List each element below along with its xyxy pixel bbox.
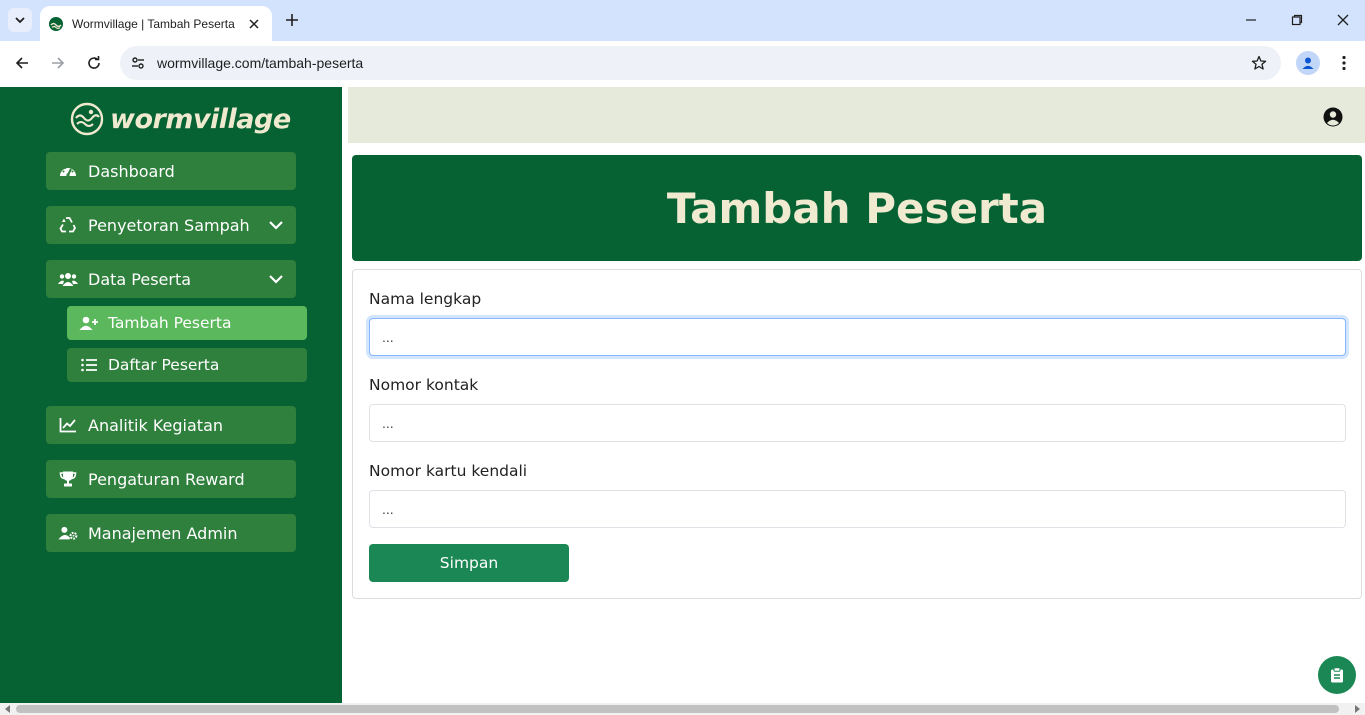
back-button[interactable]: [12, 53, 32, 73]
scrollbar-thumb[interactable]: [16, 705, 1339, 713]
users-icon: [58, 269, 78, 289]
scroll-right-icon[interactable]: [1353, 705, 1361, 713]
browser-tab-active[interactable]: Wormvillage | Tambah Peserta: [40, 6, 272, 41]
user-circle-icon[interactable]: [1323, 107, 1343, 127]
sidebar-item-analitik-kegiatan[interactable]: Analitik Kegiatan: [46, 406, 296, 444]
nama-lengkap-label: Nama lengkap: [369, 290, 482, 308]
horizontal-scrollbar[interactable]: [0, 703, 1365, 715]
nomor-kontak-label: Nomor kontak: [369, 376, 479, 394]
arrow-left-icon: [15, 57, 28, 69]
sidebar-subitem-tambah-peserta[interactable]: Tambah Peserta: [67, 306, 307, 340]
sidebar-item-label: Data Peserta: [88, 269, 192, 289]
sidebar: wormvillage Dashboard Penyetoran Sampah …: [0, 87, 342, 703]
scroll-left-icon[interactable]: [4, 705, 12, 713]
favicon-icon: [49, 16, 63, 31]
profile-avatar[interactable]: [1296, 51, 1320, 75]
site-info-icon[interactable]: [128, 53, 148, 73]
close-icon: [1337, 14, 1349, 26]
tab-close-button[interactable]: [246, 16, 262, 32]
sidebar-item-label: Pengaturan Reward: [88, 469, 245, 489]
clipboard-icon: [1331, 667, 1343, 683]
sidebar-item-label: Analitik Kegiatan: [88, 415, 224, 435]
user-gear-icon: [58, 523, 78, 543]
bookmark-star-icon[interactable]: [1249, 53, 1269, 73]
sidebar-item-manajemen-admin[interactable]: Manajemen Admin: [46, 514, 296, 552]
recycle-icon: [58, 215, 78, 235]
nomor-kartu-kendali-input[interactable]: [369, 490, 1346, 528]
form-card: Nama lengkap Nomor kontak Nomor kartu ke…: [352, 269, 1362, 599]
sidebar-subitem-label: Daftar Peserta: [108, 356, 220, 374]
sidebar-item-label: Dashboard: [88, 161, 175, 181]
gauge-icon: [58, 161, 78, 181]
browser-menu-button[interactable]: [1334, 53, 1354, 73]
sidebar-item-dashboard[interactable]: Dashboard: [46, 152, 296, 190]
restore-icon: [1291, 14, 1303, 26]
chevron-down-icon: [268, 217, 284, 233]
tab-search-button[interactable]: [8, 8, 32, 32]
page-header: Tambah Peserta: [352, 155, 1362, 261]
sidebar-item-pengaturan-reward[interactable]: Pengaturan Reward: [46, 460, 296, 498]
chart-line-icon: [58, 415, 78, 435]
browser-tabstrip: Wormvillage | Tambah Peserta: [0, 0, 1365, 41]
close-icon: [249, 18, 259, 29]
sidebar-item-label: Manajemen Admin: [88, 523, 238, 543]
floating-clipboard-button[interactable]: [1318, 656, 1356, 694]
sidebar-item-penyetoran-sampah[interactable]: Penyetoran Sampah: [46, 206, 296, 244]
more-vert-icon: [1342, 55, 1346, 71]
close-window-button[interactable]: [1333, 10, 1353, 30]
plus-icon: [286, 14, 298, 26]
forward-button[interactable]: [48, 53, 68, 73]
minimize-button[interactable]: [1241, 10, 1261, 30]
reload-button[interactable]: [84, 53, 104, 73]
user-plus-icon: [79, 313, 99, 333]
wormvillage-logo-icon: [70, 102, 104, 136]
logo[interactable]: wormvillage: [70, 101, 291, 137]
trophy-icon: [58, 469, 78, 489]
new-tab-button[interactable]: [282, 10, 302, 30]
app-topbar: [348, 87, 1365, 143]
simpan-button[interactable]: Simpan: [369, 544, 569, 582]
page-title: Tambah Peserta: [666, 183, 1048, 233]
url-text[interactable]: wormvillage.com/tambah-peserta: [157, 55, 1249, 71]
person-icon: [1302, 57, 1314, 69]
sidebar-subitem-daftar-peserta[interactable]: Daftar Peserta: [67, 348, 307, 382]
restore-button[interactable]: [1287, 10, 1307, 30]
minimize-icon: [1246, 19, 1256, 21]
sidebar-item-data-peserta[interactable]: Data Peserta: [46, 260, 296, 298]
address-bar[interactable]: wormvillage.com/tambah-peserta: [120, 46, 1281, 80]
sidebar-item-label: Penyetoran Sampah: [88, 215, 250, 235]
sidebar-subitem-label: Tambah Peserta: [108, 314, 232, 332]
arrow-right-icon: [52, 57, 65, 69]
chevron-down-icon: [15, 17, 25, 24]
nomor-kontak-input[interactable]: [369, 404, 1346, 442]
list-icon: [79, 355, 99, 375]
browser-toolbar: wormvillage.com/tambah-peserta: [0, 41, 1365, 87]
chevron-down-icon: [268, 271, 284, 287]
reload-icon: [88, 56, 100, 69]
nama-lengkap-input[interactable]: [369, 318, 1346, 356]
tab-title: Wormvillage | Tambah Peserta: [72, 16, 235, 31]
nomor-kartu-kendali-label: Nomor kartu kendali: [369, 462, 528, 480]
logo-text: wormvillage: [110, 103, 291, 135]
